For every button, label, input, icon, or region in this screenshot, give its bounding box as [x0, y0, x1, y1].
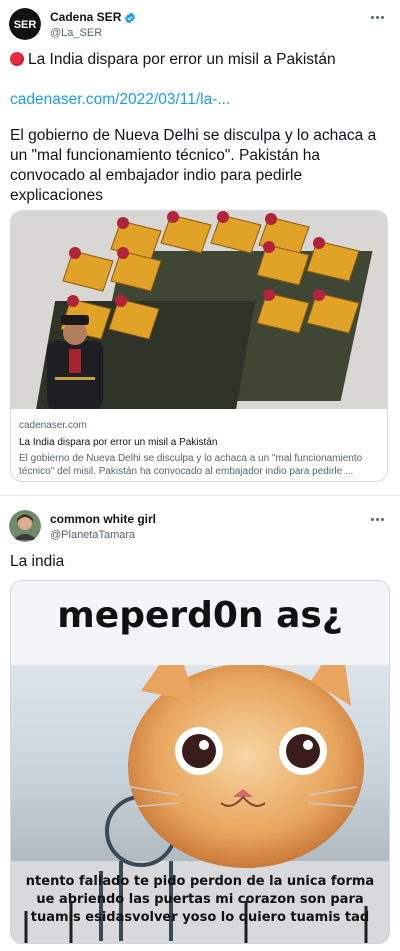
meme-title: meperd0n as¿ [57, 595, 343, 636]
profile-photo-icon [9, 510, 41, 542]
avatar[interactable]: SER [9, 8, 41, 40]
ser-logo-icon: SER [9, 8, 41, 40]
avatar[interactable] [9, 510, 41, 542]
card-domain: cadenaser.com [19, 420, 87, 431]
tweet-headline: La India dispara por error un misil a Pa… [10, 50, 390, 70]
article-link[interactable]: cadenaser.com/2022/03/11/la-... [10, 91, 230, 108]
card-description: El gobierno de Nueva Delhi se disculpa y… [19, 453, 363, 477]
verified-badge-icon [125, 12, 136, 23]
author-name[interactable]: common white girl [50, 512, 156, 527]
author-name[interactable]: Cadena SER [50, 10, 121, 25]
author-handle[interactable]: @PlanetaTamara [50, 528, 135, 542]
svg-text:SER: SER [14, 19, 37, 31]
tweet-header: common white girl @PlanetaTamara [9, 510, 392, 546]
tweet-divider [0, 495, 400, 496]
red-circle-emoji-icon [10, 52, 24, 66]
card-title: La India dispara por error un misil a Pa… [19, 437, 218, 448]
tweet-common-white-girl[interactable]: common white girl @PlanetaTamara La indi… [0, 500, 400, 951]
tweet-header: SER Cadena SER @La_SER [9, 8, 392, 44]
meme-caption: ntento fallado te pido perdon de la unic… [25, 874, 375, 925]
meme-image[interactable]: meperd0n as¿ ntento fallado te pido perd… [10, 580, 390, 944]
link-preview-card[interactable]: cadenaser.com La India dispara por error… [10, 210, 388, 482]
tweet-body: El gobierno de Nueva Delhi se disculpa y… [10, 127, 377, 204]
missile-launcher-image [11, 211, 387, 411]
more-options-icon[interactable] [368, 10, 386, 24]
tweet-body: La india [10, 553, 65, 570]
tweet-cadena-ser[interactable]: SER Cadena SER @La_SER La India dispara … [0, 0, 400, 492]
more-options-icon[interactable] [368, 512, 386, 526]
author-handle[interactable]: @La_SER [50, 26, 102, 40]
